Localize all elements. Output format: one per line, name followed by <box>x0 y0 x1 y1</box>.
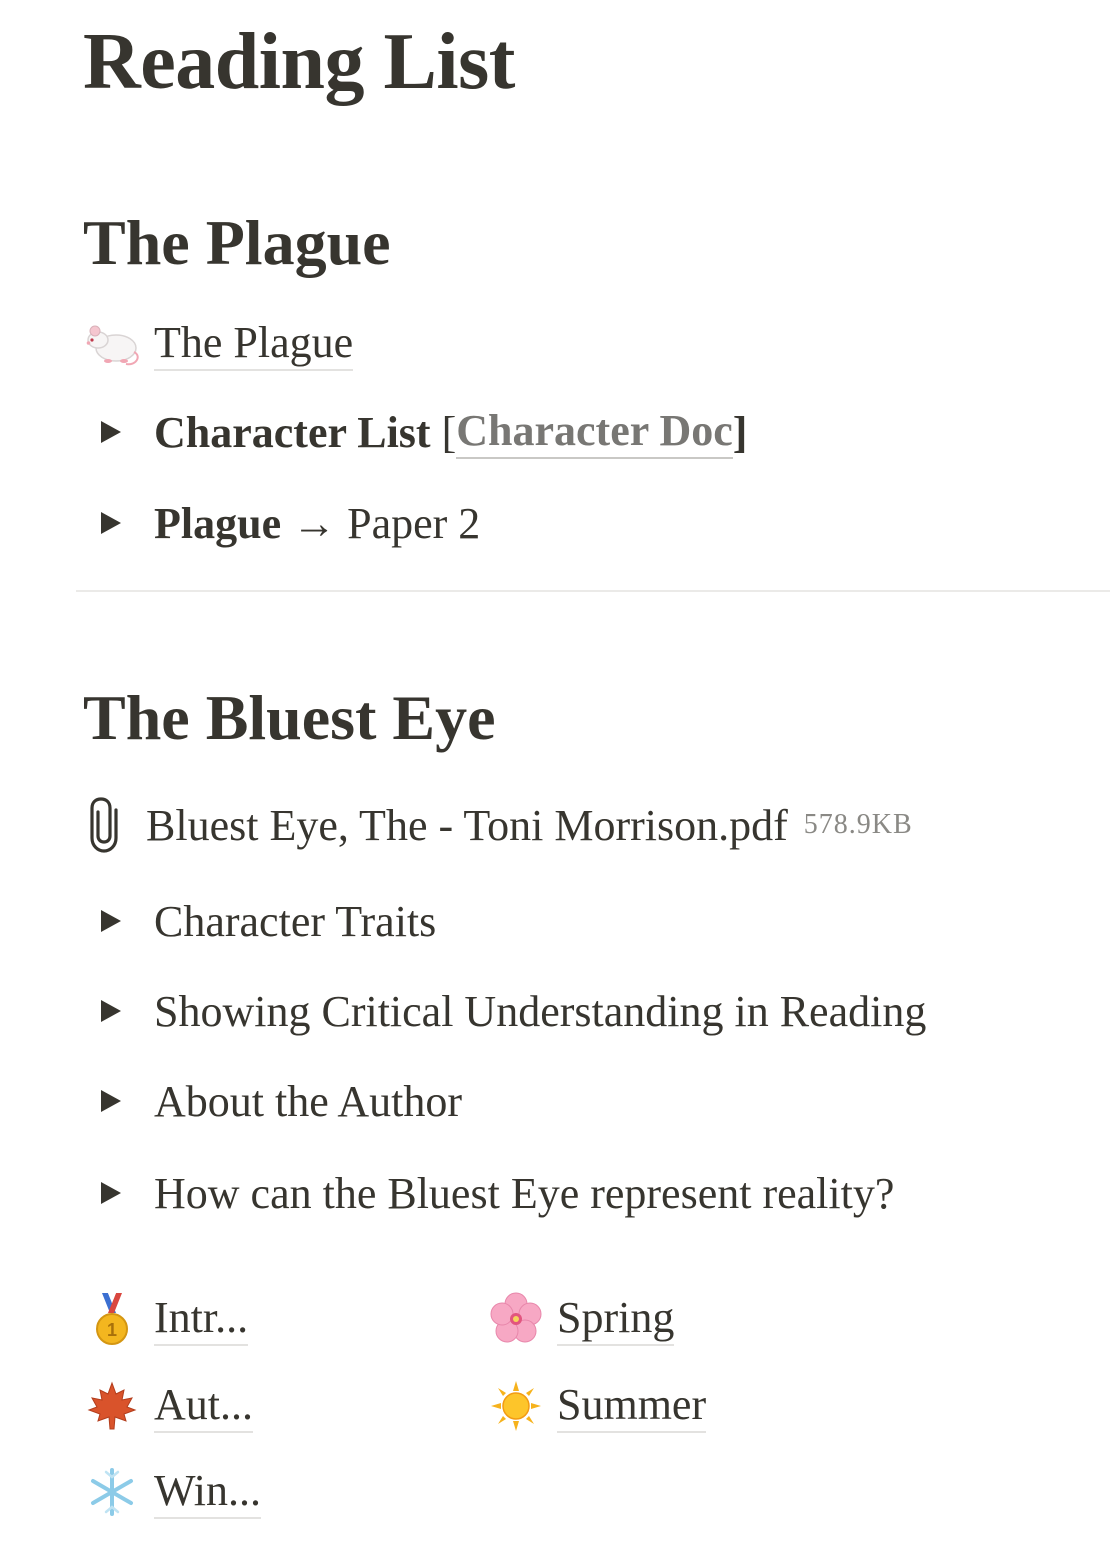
svg-text:1: 1 <box>107 1320 117 1340</box>
page-link-summer[interactable]: Summer <box>489 1376 707 1436</box>
toggle-critical-understanding[interactable]: Showing Critical Understanding in Readin… <box>86 981 926 1041</box>
page-link-label: Win... <box>154 1465 261 1519</box>
page-link-label: Summer <box>557 1379 707 1433</box>
page-link-label: Aut... <box>154 1379 253 1433</box>
page-link-win[interactable]: Win... <box>86 1462 261 1522</box>
page-link-label: The Plague <box>154 317 354 371</box>
page-link-intr[interactable]: 1 Intr... <box>86 1289 249 1349</box>
toggle-label: Plague <box>154 498 282 548</box>
file-name: Bluest Eye, The - Toni Morrison.pdf <box>146 800 788 850</box>
toggle-triangle-icon[interactable] <box>86 981 154 1041</box>
toggle-triangle-icon[interactable] <box>86 493 154 553</box>
toggle-label-rest: Paper 2 <box>347 498 481 548</box>
maple-leaf-icon <box>86 1376 154 1436</box>
reading-list-page: Reading List The Plague The Plague Chara… <box>0 0 1110 1554</box>
toggle-about-author[interactable]: About the Author <box>86 1071 462 1131</box>
paperclip-icon <box>86 795 146 855</box>
toggle-character-traits[interactable]: Character Traits <box>86 891 436 951</box>
toggle-represent-reality[interactable]: How can the Bluest Eye represent reality… <box>86 1163 894 1223</box>
file-size: 578.9KB <box>803 809 913 840</box>
arrow: → <box>281 498 348 548</box>
toggle-label: About the Author <box>154 1076 462 1126</box>
toggle-label: Character List <box>154 407 431 457</box>
character-doc-link[interactable]: Character Doc <box>456 405 733 459</box>
bracket-close: ] <box>732 407 748 457</box>
page-link-the-plague[interactable]: The Plague <box>86 314 354 374</box>
section-heading-bluest-eye: The Bluest Eye <box>83 682 496 753</box>
page-title: Reading List <box>83 18 515 106</box>
toggle-triangle-icon[interactable] <box>86 891 154 951</box>
toggle-label: Showing Critical Understanding in Readin… <box>154 986 927 1036</box>
page-link-spring[interactable]: Spring <box>489 1289 675 1349</box>
toggle-label: How can the Bluest Eye represent reality… <box>154 1168 895 1218</box>
toggle-triangle-icon[interactable] <box>86 402 154 462</box>
bracket-open: [ <box>430 407 457 457</box>
toggle-triangle-icon[interactable] <box>86 1163 154 1223</box>
toggle-label: Character Traits <box>154 896 437 946</box>
cherry-blossom-icon <box>489 1289 557 1349</box>
toggle-plague-paper[interactable]: Plague → Paper 2 <box>86 493 480 553</box>
divider <box>76 590 1110 592</box>
file-attachment[interactable]: Bluest Eye, The - Toni Morrison.pdf 578.… <box>86 795 913 855</box>
section-heading-plague: The Plague <box>83 207 391 278</box>
snowflake-icon <box>86 1462 154 1522</box>
medal-icon: 1 <box>86 1289 154 1349</box>
sun-icon <box>489 1376 557 1436</box>
toggle-triangle-icon[interactable] <box>86 1071 154 1131</box>
page-link-aut[interactable]: Aut... <box>86 1376 253 1436</box>
page-link-label: Spring <box>557 1292 675 1346</box>
toggle-character-list[interactable]: Character List [ Character Doc ] <box>86 402 747 462</box>
rat-icon <box>86 314 154 374</box>
page-link-label: Intr... <box>154 1292 249 1346</box>
